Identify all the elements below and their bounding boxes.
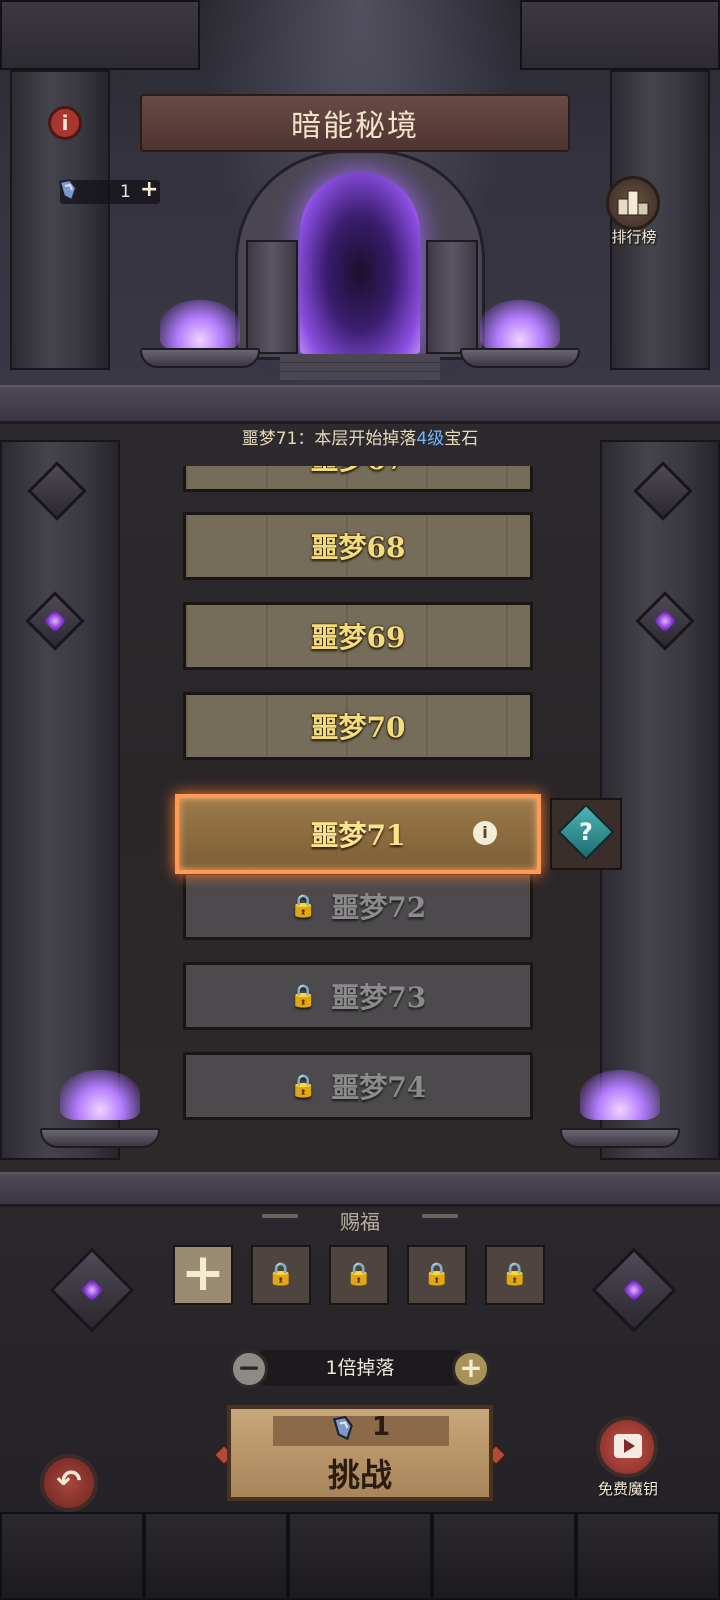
blessing-slot-locked[interactable]: 🔒 [407, 1245, 467, 1305]
blessing-label: 赐福 [340, 1210, 380, 1234]
decrease-multiplier-button[interactable]: − [230, 1350, 268, 1388]
magic-key-icon [58, 178, 78, 202]
level-label: 噩梦72 [331, 891, 427, 924]
challenge-label[interactable]: 挑战 [227, 1450, 493, 1496]
level-info-icon[interactable]: i [473, 821, 497, 845]
upper-ledge [0, 385, 720, 424]
title-banner: 暗能秘境 [140, 94, 570, 152]
ranking-button[interactable] [606, 176, 660, 230]
level-item-74[interactable]: 🔒 噩梦74 [183, 1052, 533, 1120]
level-item-70[interactable]: 噩梦70 [183, 692, 533, 760]
level-item-72[interactable]: 🔒 噩梦72 [183, 872, 533, 940]
ranking-label[interactable]: 排行榜 [596, 226, 672, 247]
pillar-left [0, 440, 120, 1160]
brazier-right [460, 348, 580, 368]
lock-icon: 🔒 [345, 1262, 373, 1287]
play-icon [624, 1439, 635, 1453]
floor-tiles [0, 1512, 720, 1600]
podium-icon [617, 190, 649, 216]
blessing-slot-locked[interactable]: 🔒 [485, 1245, 545, 1305]
dark-portal [300, 172, 420, 354]
increase-multiplier-button[interactable]: + [452, 1350, 490, 1388]
purple-flame-lower-right [580, 1070, 660, 1120]
lock-icon: 🔒 [289, 1073, 318, 1099]
drop-notice: 噩梦71：本层开始掉落4级宝石 [0, 424, 720, 449]
brazier-left [140, 348, 260, 368]
key-count: 1 [120, 182, 131, 202]
add-blessing-button[interactable]: + [173, 1245, 233, 1305]
lock-icon: 🔒 [501, 1262, 529, 1287]
magic-key-icon [332, 1415, 353, 1441]
portal-pillar-right [426, 240, 478, 354]
level-label: 噩梦67 [311, 466, 406, 478]
portal-steps [280, 354, 440, 380]
page-title: 暗能秘境 [291, 109, 419, 144]
notice-suffix: 宝石 [444, 429, 479, 449]
level-label: 噩梦68 [310, 531, 406, 564]
challenge-cost: 1 [372, 1412, 391, 1442]
ceiling-beam-right [520, 0, 720, 70]
brazier-lower-left [40, 1128, 160, 1148]
level-label: 噩梦74 [331, 1071, 427, 1104]
level-label: 噩梦69 [310, 621, 406, 654]
question-icon[interactable]: ? [566, 812, 606, 852]
level-label: 噩梦70 [310, 711, 406, 744]
level-item-67[interactable]: 噩梦67 [183, 466, 533, 492]
lower-ledge [0, 1172, 720, 1207]
current-level-label: 噩梦71 [310, 819, 406, 852]
level-item-73[interactable]: 🔒 噩梦73 [183, 962, 533, 1030]
portal-pillar-left [246, 240, 298, 354]
blessing-slot-locked[interactable]: 🔒 [251, 1245, 311, 1305]
add-key-button[interactable]: + [140, 178, 158, 202]
blessing-slot-locked[interactable]: 🔒 [329, 1245, 389, 1305]
level-item-69[interactable]: 噩梦69 [183, 602, 533, 670]
free-key-label[interactable]: 免费魔钥 [580, 1478, 676, 1499]
notice-highlight: 4级 [416, 429, 445, 449]
level-item-68[interactable]: 噩梦68 [183, 512, 533, 580]
brazier-lower-right [560, 1128, 680, 1148]
level-label: 噩梦73 [331, 981, 427, 1014]
lock-icon: 🔒 [423, 1262, 451, 1287]
lock-icon: 🔒 [267, 1262, 295, 1287]
challenge-cost-bar [273, 1416, 449, 1446]
purple-flame-right [480, 300, 560, 350]
ceiling-beam-left [0, 0, 200, 70]
drop-multiplier-text: 1倍掉落 [325, 1357, 395, 1379]
info-icon[interactable]: i [48, 106, 82, 140]
purple-flame-lower-left [60, 1070, 140, 1120]
lock-icon: 🔒 [289, 893, 318, 919]
notice-text: 噩梦71：本层开始掉落 [241, 429, 417, 449]
purple-flame-left [160, 300, 240, 350]
back-arrow-icon[interactable]: ↶ [40, 1454, 98, 1512]
lock-icon: 🔒 [289, 983, 318, 1009]
